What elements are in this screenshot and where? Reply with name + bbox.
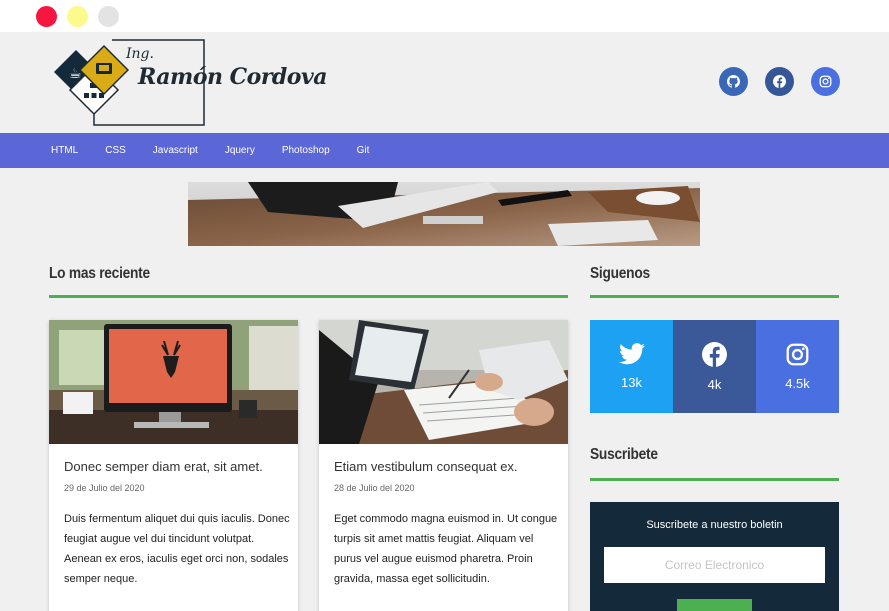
twitter-icon (618, 343, 645, 365)
nav-item-photoshop[interactable]: Photoshop (282, 145, 330, 156)
banner-image (188, 182, 700, 246)
close-window-button[interactable] (36, 6, 57, 27)
email-input[interactable] (604, 547, 825, 583)
instagram-icon[interactable] (811, 67, 840, 96)
facebook-count-tile[interactable]: 4k (673, 320, 756, 413)
maximize-window-button[interactable] (98, 6, 119, 27)
header-social-links (719, 67, 840, 96)
facebook-icon[interactable] (765, 67, 794, 96)
site-header: ☕ Ing. Ramón Cordova (0, 32, 889, 133)
site-logo[interactable]: ☕ Ing. Ramón Cordova (54, 36, 328, 128)
nav-item-git[interactable]: Git (357, 145, 370, 156)
twitter-count-tile[interactable]: 13k (590, 320, 673, 413)
nav-item-javascript[interactable]: Javascript (153, 145, 198, 156)
facebook-follower-count: 4k (707, 376, 722, 392)
instagram-count-tile[interactable]: 4.5k (756, 320, 839, 413)
minimize-window-button[interactable] (67, 6, 88, 27)
nav-item-jquery[interactable]: Jquery (225, 145, 255, 156)
logo-name: Ramón Cordova (138, 64, 328, 90)
follow-section-title: Siguenos (590, 265, 650, 282)
window-titlebar (0, 0, 889, 32)
social-counts: 13k 4k 4.5k (590, 320, 839, 413)
post-card[interactable]: Etiam vestibulum consequat ex. 28 de Jul… (319, 320, 568, 611)
post-thumbnail (49, 320, 298, 444)
nav-item-css[interactable]: CSS (105, 145, 126, 156)
subscribe-section-title: Suscribete (590, 446, 658, 463)
post-excerpt: Eget commodo magna euismod in. Ut congue… (334, 513, 558, 585)
post-excerpt: Duis fermentum aliquet dui quis iaculis.… (64, 513, 290, 585)
instagram-follower-count: 4.5k (785, 375, 810, 391)
post-date: 29 de Julio del 2020 (64, 483, 145, 493)
post-card[interactable]: Donec semper diam erat, sit amet. 29 de … (49, 320, 298, 611)
twitter-follower-count: 13k (621, 375, 642, 390)
newsletter-heading: Suscribete a nuestro boletin (646, 519, 783, 531)
nav-item-html[interactable]: HTML (51, 145, 78, 156)
facebook-icon (702, 341, 727, 367)
subscribe-button[interactable] (677, 599, 752, 611)
subscribe-section-divider (590, 478, 839, 481)
post-thumbnail (319, 320, 568, 444)
latest-section-title: Lo mas reciente (49, 265, 150, 282)
latest-section-divider (49, 295, 568, 298)
github-icon[interactable] (719, 67, 748, 96)
post-date: 28 de Julio del 2020 (334, 483, 415, 493)
instagram-icon (786, 343, 809, 365)
newsletter-box: Suscribete a nuestro boletin (590, 502, 839, 611)
logo-prefix: Ing. (126, 46, 154, 62)
post-title[interactable]: Donec semper diam erat, sit amet. (64, 459, 263, 474)
main-navigation: HTML CSS Javascript Jquery Photoshop Git (0, 133, 889, 168)
follow-section-divider (590, 295, 839, 298)
post-title[interactable]: Etiam vestibulum consequat ex. (334, 459, 518, 474)
